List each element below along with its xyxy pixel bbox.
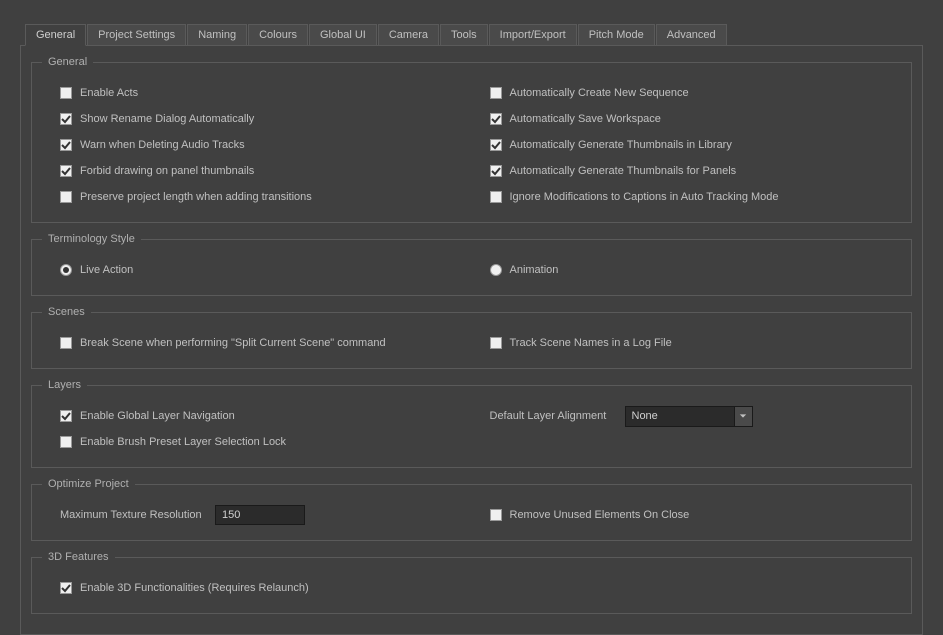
checkbox-icon [60,165,72,177]
checkbox-icon [60,582,72,594]
checkbox-icon [60,87,72,99]
checkbox-general-left-0[interactable]: Enable Acts [42,80,472,106]
checkbox-label: Forbid drawing on panel thumbnails [80,165,254,177]
checkbox-icon [490,509,502,521]
checkbox-general-right-3[interactable]: Automatically Generate Thumbnails for Pa… [472,158,902,184]
checkbox-label: Enable Global Layer Navigation [80,410,235,422]
radio-icon [60,264,72,276]
checkbox-label: Automatically Generate Thumbnails for Pa… [510,165,737,177]
checkbox-label: Break Scene when performing "Split Curre… [80,337,386,349]
tab-colours[interactable]: Colours [248,24,308,46]
checkbox-general-left-4[interactable]: Preserve project length when adding tran… [42,184,472,210]
checkbox-icon [60,337,72,349]
group-title: Optimize Project [42,478,135,490]
checkbox-layers-1[interactable]: Enable Brush Preset Layer Selection Lock [42,429,472,455]
group-title: Scenes [42,306,91,318]
radio-label: Live Action [80,264,133,276]
checkbox-label: Show Rename Dialog Automatically [80,113,254,125]
checkbox-icon [490,113,502,125]
checkbox-label: Ignore Modifications to Captions in Auto… [510,191,779,203]
checkbox-general-left-2[interactable]: Warn when Deleting Audio Tracks [42,132,472,158]
checkbox-icon [60,139,72,151]
max-texture-resolution-input[interactable] [215,505,305,525]
checkbox-label: Preserve project length when adding tran… [80,191,312,203]
chevron-down-icon [735,406,753,427]
checkbox-label: Automatically Generate Thumbnails in Lib… [510,139,732,151]
tab-naming[interactable]: Naming [187,24,247,46]
group-3d-features: 3D Features Enable 3D Functionalities (R… [31,551,912,614]
checkbox-remove-unused[interactable]: Remove Unused Elements On Close [472,502,902,528]
checkbox-break-scene[interactable]: Break Scene when performing "Split Curre… [42,330,472,356]
checkbox-general-left-1[interactable]: Show Rename Dialog Automatically [42,106,472,132]
checkbox-label: Enable Brush Preset Layer Selection Lock [80,436,286,448]
checkbox-general-left-3[interactable]: Forbid drawing on panel thumbnails [42,158,472,184]
checkbox-icon [60,113,72,125]
tab-tools[interactable]: Tools [440,24,488,46]
checkbox-enable-3d[interactable]: Enable 3D Functionalities (Requires Rela… [42,575,901,601]
tab-advanced[interactable]: Advanced [656,24,727,46]
tab-pitch-mode[interactable]: Pitch Mode [578,24,655,46]
select-value: None [625,406,735,427]
checkbox-icon [60,436,72,448]
checkbox-label: Enable 3D Functionalities (Requires Rela… [80,582,309,594]
default-layer-alignment-select[interactable]: None [625,406,753,427]
checkbox-icon [490,337,502,349]
default-layer-alignment-label: Default Layer Alignment [490,410,625,422]
checkbox-icon [490,191,502,203]
tab-bar: General Project Settings Naming Colours … [0,24,943,46]
tab-import-export[interactable]: Import/Export [489,24,577,46]
group-terminology: Terminology Style Live Action Animation [31,233,912,296]
checkbox-label: Track Scene Names in a Log File [510,337,672,349]
checkbox-label: Enable Acts [80,87,138,99]
checkbox-label: Warn when Deleting Audio Tracks [80,139,245,151]
checkbox-label: Automatically Create New Sequence [510,87,689,99]
group-layers: Layers Enable Global Layer Navigation Ena… [31,379,912,468]
max-texture-resolution-label: Maximum Texture Resolution [60,509,215,521]
checkbox-icon [60,191,72,203]
radio-label: Animation [510,264,559,276]
radio-icon [490,264,502,276]
checkbox-track-scene-names[interactable]: Track Scene Names in a Log File [472,330,902,356]
tab-global-ui[interactable]: Global UI [309,24,377,46]
radio-animation[interactable]: Animation [472,257,902,283]
checkbox-layers-0[interactable]: Enable Global Layer Navigation [42,403,472,429]
group-title: 3D Features [42,551,115,563]
checkbox-general-right-0[interactable]: Automatically Create New Sequence [472,80,902,106]
checkbox-icon [490,139,502,151]
checkbox-icon [490,165,502,177]
checkbox-general-right-2[interactable]: Automatically Generate Thumbnails in Lib… [472,132,902,158]
group-scenes: Scenes Break Scene when performing "Spli… [31,306,912,369]
preferences-panel: General Enable Acts Show Rename Dialog Au… [20,45,923,635]
tab-project-settings[interactable]: Project Settings [87,24,186,46]
group-title: General [42,56,93,68]
tab-camera[interactable]: Camera [378,24,439,46]
checkbox-general-right-4[interactable]: Ignore Modifications to Captions in Auto… [472,184,902,210]
radio-live-action[interactable]: Live Action [42,257,472,283]
group-optimize-project: Optimize Project Maximum Texture Resolut… [31,478,912,541]
group-title: Terminology Style [42,233,141,245]
checkbox-icon [490,87,502,99]
tab-general[interactable]: General [25,24,86,46]
checkbox-icon [60,410,72,422]
checkbox-general-right-1[interactable]: Automatically Save Workspace [472,106,902,132]
checkbox-label: Automatically Save Workspace [510,113,661,125]
group-general: General Enable Acts Show Rename Dialog Au… [31,56,912,223]
checkbox-label: Remove Unused Elements On Close [510,509,690,521]
group-title: Layers [42,379,87,391]
